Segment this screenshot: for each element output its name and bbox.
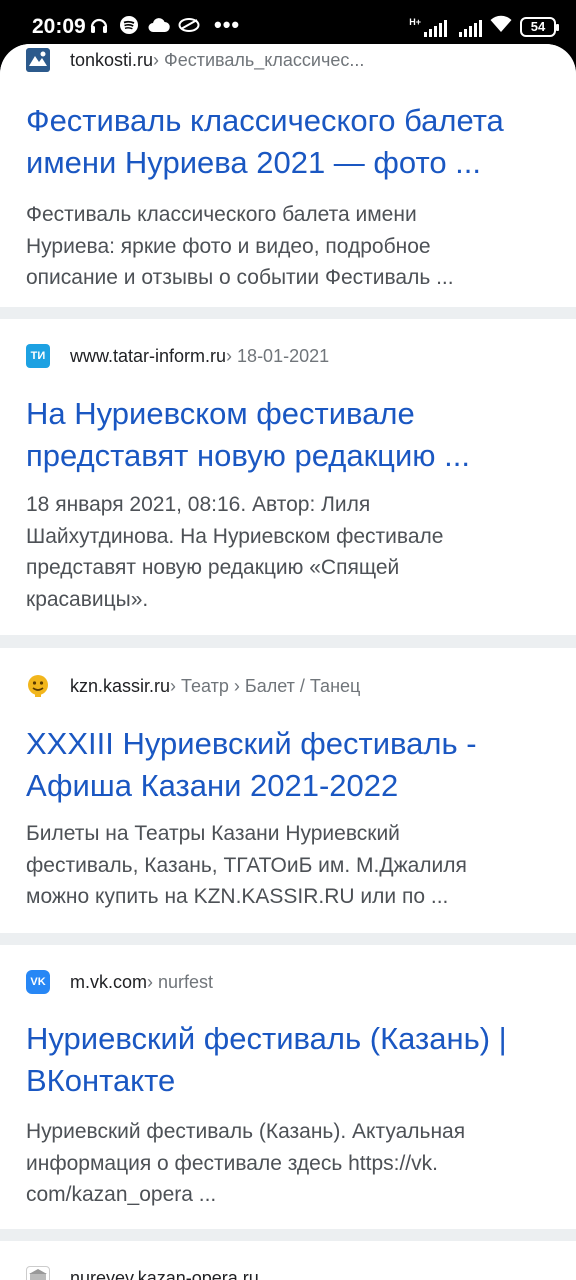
result-source[interactable]: nureyev.kazan-opera.ru	[26, 1266, 259, 1280]
result-breadcrumb: › nurfest	[147, 971, 214, 992]
status-system-icons: H+ 54	[409, 15, 559, 38]
more-dots-icon: •••	[214, 12, 241, 37]
app-icon	[178, 14, 200, 36]
cloud-icon	[148, 14, 170, 36]
result-breadcrumb: › Фестиваль_классичес...	[153, 49, 365, 70]
search-results-page[interactable]: tonkosti.ru › Фестиваль_классичес... Фес…	[0, 44, 576, 1280]
status-time: 20:09	[32, 15, 86, 38]
search-result-card[interactable]: kzn.kassir.ru › Театр › Балет / Танец XX…	[0, 648, 576, 933]
signal-icon: H+	[409, 17, 447, 37]
title-line: Афиша Казани 2021-2022	[26, 768, 399, 803]
result-breadcrumb: › 18-01-2021	[226, 345, 330, 366]
result-snippet: Фестиваль классического балета имени Нур…	[26, 199, 556, 294]
snippet-line: Шайхутдинова. На Нуриевском фестивале	[26, 524, 444, 548]
kazan-opera-logo-icon	[26, 1266, 50, 1280]
result-domain: kzn.kassir.ru	[70, 675, 171, 696]
snippet-line: представят новую редакцию «Спящей	[26, 556, 400, 579]
snippet-line: Нуриева: яркие фото и видео, подробное	[26, 234, 431, 258]
snippet-line: 18 января 2021, 08:16. Автор: Лиля	[26, 493, 371, 516]
result-source[interactable]: ТИ www.tatar-inform.ru › 18-01-2021	[26, 344, 329, 368]
search-result-card[interactable]: tonkosti.ru › Фестиваль_классичес... Фес…	[0, 44, 576, 307]
result-breadcrumb: › Театр › Балет / Танец	[170, 675, 361, 696]
result-snippet: Билеты на Театры Казани Нуриевский фести…	[26, 818, 556, 913]
kassir-logo-icon	[26, 674, 50, 698]
network-type-label: H+	[409, 16, 421, 27]
result-source[interactable]: tonkosti.ru › Фестиваль_классичес...	[26, 48, 364, 72]
headphones-icon	[88, 14, 110, 36]
battery-level: 54	[530, 19, 546, 34]
tonkosti-logo-icon	[26, 48, 50, 72]
result-title[interactable]: На Нуриевском фестивале представят новую…	[26, 393, 556, 477]
wifi-icon	[490, 15, 512, 38]
result-domain: nureyev.kazan-opera.ru	[70, 1267, 259, 1280]
title-line: Нуриевский фестиваль (Казань) |	[26, 1021, 507, 1056]
snippet-line: фестиваль, Казань, ТГАТОиБ им. М.Джалиля	[26, 853, 467, 877]
snippet-line: красавицы».	[26, 587, 149, 611]
result-snippet: 18 января 2021, 08:16. Автор: Лиля Шайху…	[26, 489, 556, 615]
result-title[interactable]: Нуриевский фестиваль (Казань) | ВКонтакт…	[26, 1018, 556, 1102]
signal-icon-2	[459, 17, 482, 37]
snippet-line: описание и отзывы о событии Фестиваль ..…	[26, 266, 454, 289]
snippet-line: com/kazan_opera ...	[26, 1183, 217, 1206]
vk-logo-icon: VK	[26, 970, 50, 994]
title-line: имени Нуриева 2021 — фото ...	[26, 145, 482, 180]
result-source[interactable]: kzn.kassir.ru › Театр › Балет / Танец	[26, 674, 360, 698]
result-snippet: Нуриевский фестиваль (Казань). Актуальна…	[26, 1116, 556, 1211]
result-domain: tonkosti.ru	[70, 49, 154, 70]
title-line: Фестиваль классического балета	[26, 103, 504, 138]
status-notification-icons: •••	[88, 14, 240, 36]
search-result-card[interactable]: VK m.vk.com › nurfest Нуриевский фестива…	[0, 945, 576, 1229]
search-result-card[interactable]: nureyev.kazan-opera.ru	[0, 1241, 576, 1280]
snippet-line: Нуриевский фестиваль (Казань). Актуальна…	[26, 1120, 466, 1143]
search-result-card[interactable]: ТИ www.tatar-inform.ru › 18-01-2021 На Н…	[0, 319, 576, 635]
result-source[interactable]: VK m.vk.com › nurfest	[26, 970, 213, 994]
spotify-icon	[118, 14, 140, 36]
snippet-line: Фестиваль классического балета имени	[26, 203, 417, 226]
tatar-inform-logo-icon: ТИ	[26, 344, 50, 368]
title-line: ВКонтакте	[26, 1063, 176, 1098]
result-title[interactable]: Фестиваль классического балета имени Нур…	[26, 100, 556, 184]
title-line: XXXIII Нуриевский фестиваль -	[26, 726, 477, 761]
battery-icon: 54	[520, 16, 559, 37]
title-line: На Нуриевском фестивале	[26, 396, 415, 431]
snippet-line: можно купить на KZN.KASSIR.RU или по ...	[26, 885, 449, 908]
snippet-line: Билеты на Театры Казани Нуриевский	[26, 822, 400, 845]
result-domain: m.vk.com	[70, 971, 148, 992]
result-domain: www.tatar-inform.ru	[70, 345, 227, 366]
title-line: представят новую редакцию ...	[26, 438, 470, 473]
snippet-line: информация о фестивале здесь https://vk.	[26, 1151, 438, 1175]
result-title[interactable]: XXXIII Нуриевский фестиваль - Афиша Каза…	[26, 723, 556, 807]
